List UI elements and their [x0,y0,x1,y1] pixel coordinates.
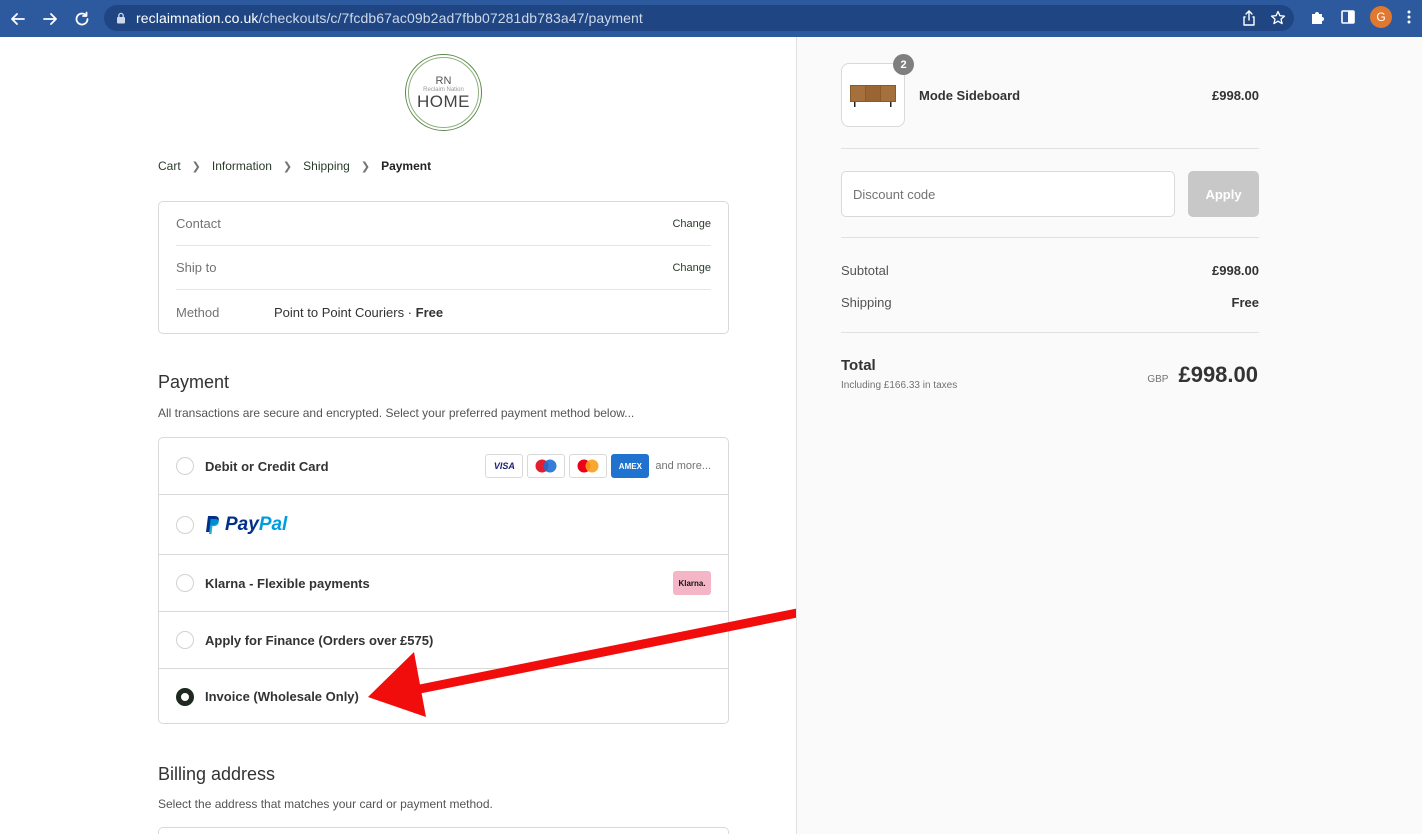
method-name: Point to Point Couriers · [274,304,416,320]
back-button[interactable] [6,7,30,31]
radio-paypal[interactable] [176,515,194,534]
divider [841,237,1259,238]
arrow-left-icon [11,12,25,25]
payment-option-finance[interactable]: Apply for Finance (Orders over £575) [159,612,728,669]
order-summary: 2 Mode Sideboard £998.00 Apply Subtotal … [796,37,1422,834]
quantity-badge: 2 [893,54,914,75]
total-label: Total [841,357,876,374]
visa-icon: VISA [485,454,524,478]
breadcrumb-information[interactable]: Information [212,159,272,173]
payment-methods: Debit or Credit Card VISA AMEX and more.… [158,437,729,724]
radio-invoice-selected[interactable] [176,687,194,706]
discount-code-input[interactable] [841,171,1175,217]
subtotal-row: Subtotal £998.00 [841,263,1259,278]
payment-option-label: Klarna - Flexible payments [205,575,370,591]
billing-subtitle: Select the address that matches your car… [158,797,493,811]
mastercard-icon [569,454,608,478]
product-name: Mode Sideboard [919,87,1021,103]
breadcrumb-cart[interactable]: Cart [158,159,181,173]
lock-icon [117,12,125,24]
payment-option-paypal[interactable]: PayPal [159,495,728,555]
apply-discount-button[interactable]: Apply [1188,171,1259,217]
method-price: Free [415,304,444,320]
review-ship-to-row: Ship to Change [176,246,711,290]
and-more-text: and more... [655,460,711,472]
radio-card[interactable] [176,457,194,475]
forward-button[interactable] [38,7,62,31]
browser-toolbar: reclaimnation.co.uk/checkouts/c/7fcdb67a… [0,0,1422,37]
kebab-menu-icon[interactable] [1406,9,1412,25]
payment-subtitle: All transactions are secure and encrypte… [158,406,635,420]
reload-icon [75,11,89,25]
klarna-badge-icon: Klarna. [673,571,711,595]
payment-option-card[interactable]: Debit or Credit Card VISA AMEX and more.… [159,438,728,495]
sideboard-image-icon [850,85,896,107]
amex-icon: AMEX [611,454,650,478]
paypal-wordmark: PayPal [225,514,287,536]
amex-text: AMEX [618,461,642,471]
subtotal-value: £998.00 [1212,263,1259,278]
review-block: Contact Change Ship to Change Method Poi… [158,201,729,334]
shipping-value: Free [1231,295,1259,310]
breadcrumb-payment: Payment [381,159,432,173]
payment-option-label: Invoice (Wholesale Only) [205,689,359,704]
paypal-logo: PayPal [205,514,287,536]
payment-option-label: Apply for Finance (Orders over £575) [205,632,434,648]
payment-option-label: Debit or Credit Card [205,458,329,474]
tax-note: Including £166.33 in taxes [841,380,958,391]
breadcrumb-shipping[interactable]: Shipping [303,159,350,173]
product-price: £998.00 [1212,87,1259,103]
currency-code: GBP [1147,374,1169,385]
product-line-item: 2 Mode Sideboard £998.00 [841,54,1259,127]
divider [841,332,1259,333]
payment-option-klarna[interactable]: Klarna - Flexible payments Klarna. [159,555,728,612]
payment-title: Payment [158,372,230,392]
paypal-pay: Pay [225,513,259,535]
radio-finance[interactable] [176,631,194,649]
paypal-icon [206,515,219,534]
radio-klarna[interactable] [176,574,194,592]
url-text: reclaimnation.co.uk/checkouts/c/7fcdb67a… [136,10,643,26]
url-host: reclaimnation.co.uk [136,10,259,26]
method-label: Method [176,304,220,320]
subtotal-label: Subtotal [841,263,889,278]
divider [841,148,1259,149]
chevron-right-icon: ❯ [360,160,371,173]
billing-title: Billing address [158,764,276,784]
chevron-right-icon: ❯ [282,160,293,173]
review-contact-row: Contact Change [176,202,711,246]
payment-option-invoice[interactable]: Invoice (Wholesale Only) [159,669,728,724]
checkout-main: RN Reclaim Nation HOME Cart ❯ Informatio… [0,37,796,834]
reload-button[interactable] [70,7,94,31]
side-panel-icon[interactable] [1340,9,1356,25]
ship-to-label: Ship to [176,260,217,275]
review-method-row: Method Point to Point Couriers · Free [176,290,711,334]
change-contact-link[interactable]: Change [672,218,711,230]
paypal-pal: Pal [258,513,288,535]
maestro-icon [527,454,566,478]
billing-options [158,827,729,834]
chevron-right-icon: ❯ [191,160,201,173]
url-path: /checkouts/c/7fcdb67ac09b2ad7fbb07281db7… [258,10,643,26]
total-amount: GBP £998.00 [1147,362,1258,388]
total-value: £998.00 [1178,362,1258,387]
contact-label: Contact [176,216,221,231]
share-icon[interactable] [1242,10,1256,26]
logo-rn: RN [435,74,452,87]
bookmark-star-icon[interactable] [1270,10,1286,26]
visa-text: VISA [493,461,515,471]
arrow-right-icon [43,12,57,25]
extensions-puzzle-icon[interactable] [1310,9,1326,25]
change-ship-to-link[interactable]: Change [672,262,711,274]
address-bar[interactable]: reclaimnation.co.uk/checkouts/c/7fcdb67a… [104,5,1294,31]
shipping-row: Shipping Free [841,295,1259,310]
product-thumbnail: 2 [841,54,914,127]
method-value: Point to Point Couriers · Free [274,305,711,320]
logo-home: HOME [417,91,470,111]
profile-avatar[interactable]: G [1370,6,1392,28]
shipping-label: Shipping [841,295,892,310]
breadcrumb: Cart ❯ Information ❯ Shipping ❯ Payment [158,159,431,173]
store-logo[interactable]: RN Reclaim Nation HOME [405,54,482,131]
